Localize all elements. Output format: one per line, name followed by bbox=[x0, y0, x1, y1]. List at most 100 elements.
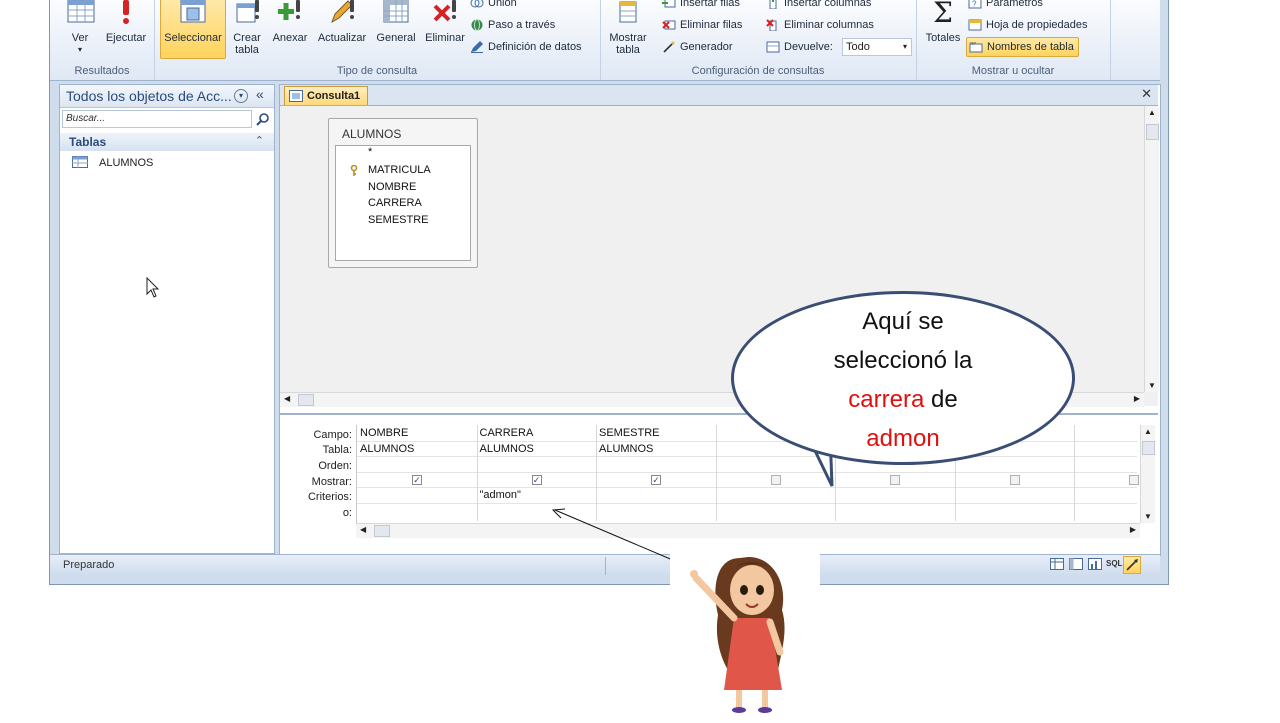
grid-cell-orden[interactable] bbox=[599, 458, 709, 471]
insert-columns-button[interactable]: Insertar columnas bbox=[766, 0, 871, 12]
update-button[interactable]: Actualizar bbox=[314, 0, 370, 44]
grid-cell-orden[interactable] bbox=[480, 458, 590, 471]
collapse-section-icon[interactable]: ⌃ bbox=[255, 134, 264, 147]
collapse-pane-icon[interactable]: « bbox=[256, 86, 264, 102]
grid-cell-campo[interactable]: CARRERA bbox=[480, 427, 534, 439]
table-names-button[interactable]: xyz Nombres de tabla bbox=[966, 37, 1079, 57]
show-table-button[interactable]: Mostrar tabla bbox=[604, 0, 652, 56]
tab-consulta1[interactable]: Consulta1 bbox=[284, 86, 368, 105]
view-button[interactable]: Ver ▾ bbox=[58, 0, 102, 56]
nav-search-input[interactable]: Buscar... bbox=[62, 110, 252, 128]
nav-item-label: ALUMNOS bbox=[99, 157, 154, 169]
field-all[interactable]: * bbox=[368, 146, 372, 158]
union-button[interactable]: Unión bbox=[470, 0, 517, 12]
grid-vertical-scrollbar[interactable]: ▲ ▼ bbox=[1140, 425, 1155, 523]
table-field-list[interactable]: * MATRICULA NOMBRE CARRERA SEMESTRE bbox=[335, 145, 471, 261]
scroll-left-icon[interactable]: ◀ bbox=[284, 394, 290, 403]
scroll-right-icon[interactable]: ▶ bbox=[1130, 525, 1136, 534]
show-checkbox[interactable]: ✓ bbox=[412, 475, 422, 485]
search-icon[interactable] bbox=[256, 112, 270, 126]
pivot-table-view-icon[interactable] bbox=[1069, 558, 1085, 572]
sql-view-button[interactable]: SQL bbox=[1106, 559, 1122, 568]
property-sheet-button[interactable]: Hoja de propiedades bbox=[968, 16, 1088, 34]
grid-cell-or[interactable] bbox=[838, 505, 948, 518]
scroll-up-icon[interactable]: ▲ bbox=[1144, 427, 1152, 436]
design-view-icon bbox=[1126, 559, 1138, 571]
delete-query-button[interactable]: Eliminar bbox=[422, 0, 468, 44]
upper-vertical-scrollbar[interactable]: ▲ ▼ bbox=[1144, 106, 1159, 392]
grid-horizontal-scrollbar[interactable]: ◀ ▶ bbox=[356, 523, 1140, 538]
delete-columns-button[interactable]: Eliminar columnas bbox=[766, 16, 874, 34]
scroll-thumb[interactable] bbox=[1142, 441, 1155, 455]
grid-cell-tabla[interactable]: ALUMNOS bbox=[360, 443, 414, 455]
builder-button[interactable]: Generador bbox=[662, 38, 733, 56]
row-label-criterios: Criterios: bbox=[307, 491, 352, 503]
property-sheet-label: Hoja de propiedades bbox=[986, 19, 1088, 31]
scroll-thumb[interactable] bbox=[374, 525, 390, 537]
delete-rows-button[interactable]: Eliminar filas bbox=[662, 16, 742, 34]
design-view-button[interactable] bbox=[1123, 556, 1141, 574]
make-table-label-1: Crear bbox=[233, 32, 261, 44]
return-values-select[interactable]: Todo ▾ bbox=[842, 38, 912, 56]
document-tab-bar: Consulta1 ✕ bbox=[280, 85, 1158, 106]
show-checkbox[interactable] bbox=[1009, 475, 1020, 485]
show-checkbox[interactable]: ✓ bbox=[651, 475, 661, 485]
nav-pane-header[interactable]: Todos los objetos de Acc... ▾ « bbox=[60, 85, 274, 108]
show-table-label-2: tabla bbox=[616, 44, 640, 56]
field-nombre[interactable]: NOMBRE bbox=[368, 181, 416, 193]
union-label: Unión bbox=[488, 0, 517, 9]
scroll-up-icon[interactable]: ▲ bbox=[1148, 108, 1156, 117]
pass-through-button[interactable]: Paso a través bbox=[470, 16, 555, 34]
nav-item-alumnos[interactable]: ALUMNOS bbox=[60, 154, 274, 172]
grid-cell-or[interactable] bbox=[958, 505, 1068, 518]
data-definition-button[interactable]: Definición de datos bbox=[470, 38, 582, 56]
grid-cell-or[interactable] bbox=[1077, 505, 1145, 518]
field-carrera[interactable]: CARRERA bbox=[368, 197, 422, 209]
delete-x-icon bbox=[433, 0, 456, 22]
field-matricula[interactable]: MATRICULA bbox=[368, 164, 431, 176]
scroll-thumb[interactable] bbox=[298, 394, 314, 406]
builder-label: Generador bbox=[680, 41, 733, 53]
show-checkbox[interactable] bbox=[890, 475, 900, 485]
grid-column-divider bbox=[476, 425, 478, 521]
grid-cell-tabla[interactable]: ALUMNOS bbox=[599, 443, 653, 455]
run-button[interactable]: Ejecutar bbox=[102, 0, 150, 44]
nav-pane-menu-icon[interactable]: ▾ bbox=[234, 89, 248, 103]
tables-section-header[interactable]: Tablas ⌃ bbox=[60, 133, 274, 151]
totals-button[interactable]: Σ Totales bbox=[922, 0, 964, 44]
nav-pane-title: Todos los objetos de Acc... bbox=[66, 88, 232, 104]
table-icon bbox=[72, 156, 88, 168]
crosstab-button[interactable]: General bbox=[372, 0, 420, 44]
grid-cell-orden[interactable] bbox=[1077, 458, 1145, 471]
scroll-down-icon[interactable]: ▼ bbox=[1144, 512, 1152, 521]
field-semestre[interactable]: SEMESTRE bbox=[368, 214, 429, 226]
datasheet-view-icon[interactable] bbox=[1050, 558, 1066, 572]
append-button[interactable]: Anexar bbox=[270, 0, 310, 44]
make-table-icon bbox=[236, 0, 259, 23]
grid-row-divider bbox=[357, 503, 1137, 504]
table-box-alumnos[interactable]: ALUMNOS * MATRICULA NOMBRE CARRERA SEMES… bbox=[328, 118, 478, 268]
pivot-chart-view-icon[interactable] bbox=[1088, 558, 1104, 572]
grid-cell-tabla[interactable]: ALUMNOS bbox=[480, 443, 534, 455]
grid-cell-campo[interactable]: SEMESTRE bbox=[599, 427, 660, 439]
select-query-button[interactable]: Seleccionar bbox=[160, 0, 226, 59]
show-checkbox[interactable] bbox=[770, 475, 781, 485]
scroll-down-icon[interactable]: ▼ bbox=[1148, 381, 1156, 390]
parameters-button[interactable]: ? Parámetros bbox=[968, 0, 1043, 12]
update-label: Actualizar bbox=[317, 32, 367, 44]
grid-cell-or[interactable] bbox=[360, 505, 470, 518]
grid-cell-campo[interactable]: NOMBRE bbox=[360, 427, 408, 439]
grid-cell-orden[interactable] bbox=[360, 458, 470, 471]
show-checkbox[interactable] bbox=[1129, 475, 1139, 485]
grid-cell-criterios[interactable]: "admon" bbox=[480, 489, 521, 501]
scroll-right-icon[interactable]: ▶ bbox=[1134, 394, 1140, 403]
make-table-button[interactable]: Crear tabla bbox=[228, 0, 266, 56]
scroll-left-icon[interactable]: ◀ bbox=[360, 525, 366, 534]
grid-cell-or[interactable] bbox=[719, 505, 829, 518]
insert-rows-button[interactable]: Insertar filas bbox=[662, 0, 740, 12]
show-checkbox[interactable]: ✓ bbox=[531, 475, 542, 485]
row-label-mostrar: Mostrar: bbox=[311, 476, 352, 488]
close-document-icon[interactable]: ✕ bbox=[1141, 86, 1152, 102]
scroll-thumb[interactable] bbox=[1146, 124, 1159, 140]
grid-cell-orden[interactable] bbox=[958, 458, 1068, 471]
